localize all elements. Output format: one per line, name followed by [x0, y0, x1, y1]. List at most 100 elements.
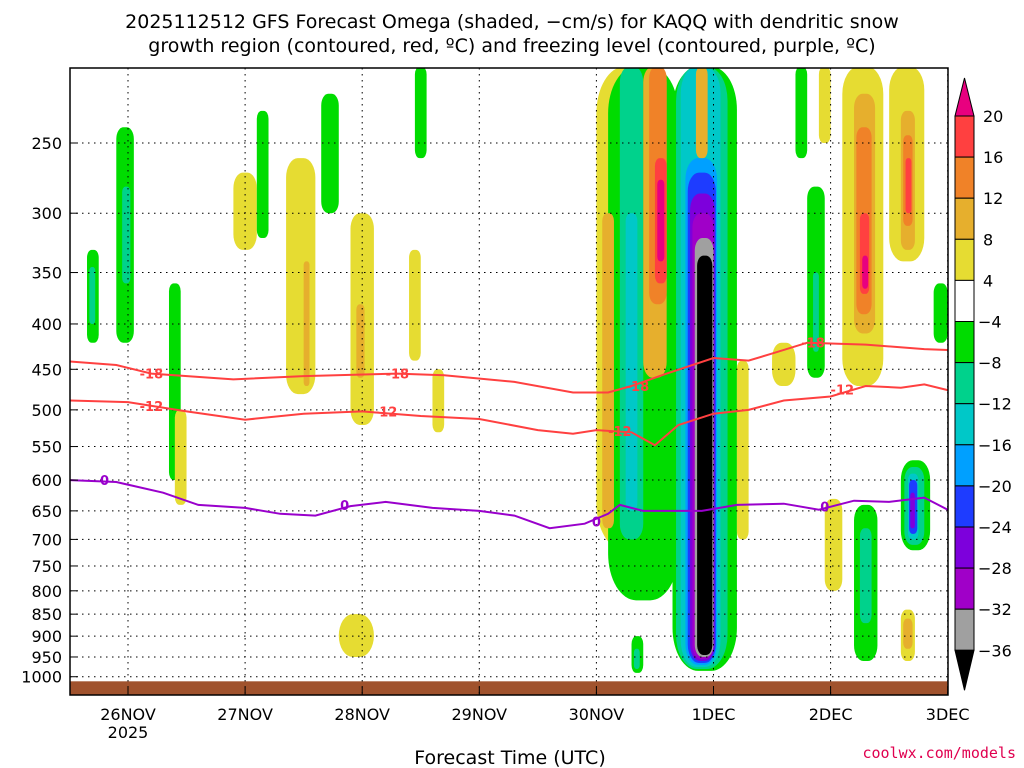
x-tick-label: 28NOV: [334, 705, 390, 724]
contour-label: -12: [608, 425, 632, 440]
y-tick-label: 400: [31, 315, 62, 334]
omega-patch: [356, 304, 365, 378]
contour-label: -18: [801, 337, 825, 352]
colorbar-box: [954, 403, 975, 446]
omega-patch: [736, 360, 749, 540]
contour-label: -12: [374, 405, 398, 420]
colorbar-label: −12: [978, 395, 1012, 414]
colorbar-label: 12: [983, 189, 1003, 208]
colorbar-under-triangle: [954, 649, 975, 691]
omega-patch: [233, 172, 257, 250]
y-tick-label: 1000: [21, 668, 62, 687]
colorbar-label: −16: [978, 436, 1012, 455]
contour-line-minus12: [70, 383, 948, 447]
colorbar: 20 16 12 8 4 −4 −8 −12 −16 −20 −24 −28 −32 −36: [954, 77, 1012, 691]
omega-patch: [602, 213, 614, 529]
colorbar-label: −8: [978, 354, 1002, 373]
colorbar-box: [954, 238, 975, 281]
colorbar-label: −4: [978, 313, 1002, 332]
colorbar-box: [954, 115, 975, 158]
omega-patch: [256, 110, 269, 239]
x-tick-label: 1DEC: [692, 705, 736, 724]
colorbar-box: [954, 362, 975, 405]
y-tick-label: 300: [31, 204, 62, 223]
x-axis-label: Forecast Time (UTC): [414, 747, 605, 768]
y-tick-label: 550: [31, 438, 62, 457]
omega-patch: [409, 249, 421, 361]
omega-patch: [625, 213, 638, 511]
credit-text: coolwx.com/models: [862, 744, 1016, 762]
y-tick-label: 800: [31, 582, 62, 601]
contour-label: 0: [592, 515, 601, 530]
colorbar-label: −20: [978, 477, 1012, 496]
y-tick-label: 650: [31, 502, 62, 521]
omega-patch: [695, 68, 708, 159]
y-tick-label: 500: [31, 401, 62, 420]
contour-label: -18: [626, 380, 650, 395]
colorbar-label: −28: [978, 559, 1012, 578]
omega-patch: [818, 68, 831, 143]
omega-patch: [905, 158, 912, 214]
y-tick-label: 700: [31, 530, 62, 549]
colorbar-label: −36: [978, 641, 1012, 660]
contour-label: -12: [140, 400, 164, 415]
colorbar-label: 16: [983, 148, 1003, 167]
y-tick-label: 750: [31, 557, 62, 576]
chart-title-line1: 2025112512 GFS Forecast Omega (shaded, −…: [125, 11, 899, 33]
omega-patch: [174, 409, 187, 505]
omega-patch: [657, 179, 665, 262]
omega-patch: [286, 158, 316, 395]
colorbar-label: −32: [978, 600, 1012, 619]
omega-patch: [933, 283, 948, 343]
omega-shading: [70, 68, 948, 695]
colorbar-box: [954, 321, 975, 364]
y-tick-label: 250: [31, 134, 62, 153]
omega-patch: [633, 648, 640, 669]
colorbar-label: −24: [978, 518, 1012, 537]
x-tick-label: 30NOV: [569, 705, 625, 724]
ground-band: [70, 681, 948, 695]
y-tick-label: 900: [31, 627, 62, 646]
colorbar-label: 20: [983, 107, 1003, 126]
colorbar-box: [954, 197, 975, 240]
colorbar-box: [954, 608, 975, 651]
omega-patch: [697, 255, 713, 655]
contour-label: -18: [140, 368, 164, 383]
y-tick-label: 850: [31, 605, 62, 624]
x-tick-sublabel: 2025: [108, 723, 149, 742]
colorbar-box: [954, 279, 975, 322]
contour-label: -12: [831, 383, 855, 398]
contour-label: 0: [820, 501, 829, 516]
contour-label: 0: [340, 499, 349, 514]
colorbar-box: [954, 567, 975, 610]
contour-label: -18: [386, 368, 410, 383]
colorbar-box: [954, 156, 975, 199]
chart-title-line2: growth region (contoured, red, ºC) and f…: [148, 35, 875, 57]
colorbar-over-triangle: [954, 77, 975, 117]
omega-patch: [432, 369, 445, 433]
x-tick-label: 29NOV: [452, 705, 508, 724]
omega-patch: [795, 68, 808, 159]
omega-patch: [338, 614, 374, 657]
y-tick-label: 600: [31, 471, 62, 490]
x-tick-label: 27NOV: [217, 705, 273, 724]
y-tick-label: 450: [31, 360, 62, 379]
y-tick-label: 950: [31, 648, 62, 667]
omega-patch: [89, 267, 96, 324]
omega-patch: [859, 528, 872, 624]
x-tick-label: 2DEC: [809, 705, 853, 724]
omega-patch: [903, 618, 913, 649]
colorbar-label: 4: [983, 271, 993, 290]
colorbar-box: [954, 526, 975, 569]
colorbar-box: [954, 485, 975, 528]
omega-patch: [321, 93, 339, 214]
x-tick-label: 3DEC: [926, 705, 970, 724]
omega-patch: [122, 186, 131, 284]
y-tick-label: 350: [31, 264, 62, 283]
colorbar-label: 8: [983, 230, 993, 249]
x-tick-label: 26NOV: [100, 705, 156, 724]
colorbar-box: [954, 444, 975, 487]
contour-label: 0: [100, 474, 109, 489]
omega-time-height-chart: 2025112512 GFS Forecast Omega (shaded, −…: [21, 11, 1016, 768]
omega-patch: [414, 68, 427, 159]
